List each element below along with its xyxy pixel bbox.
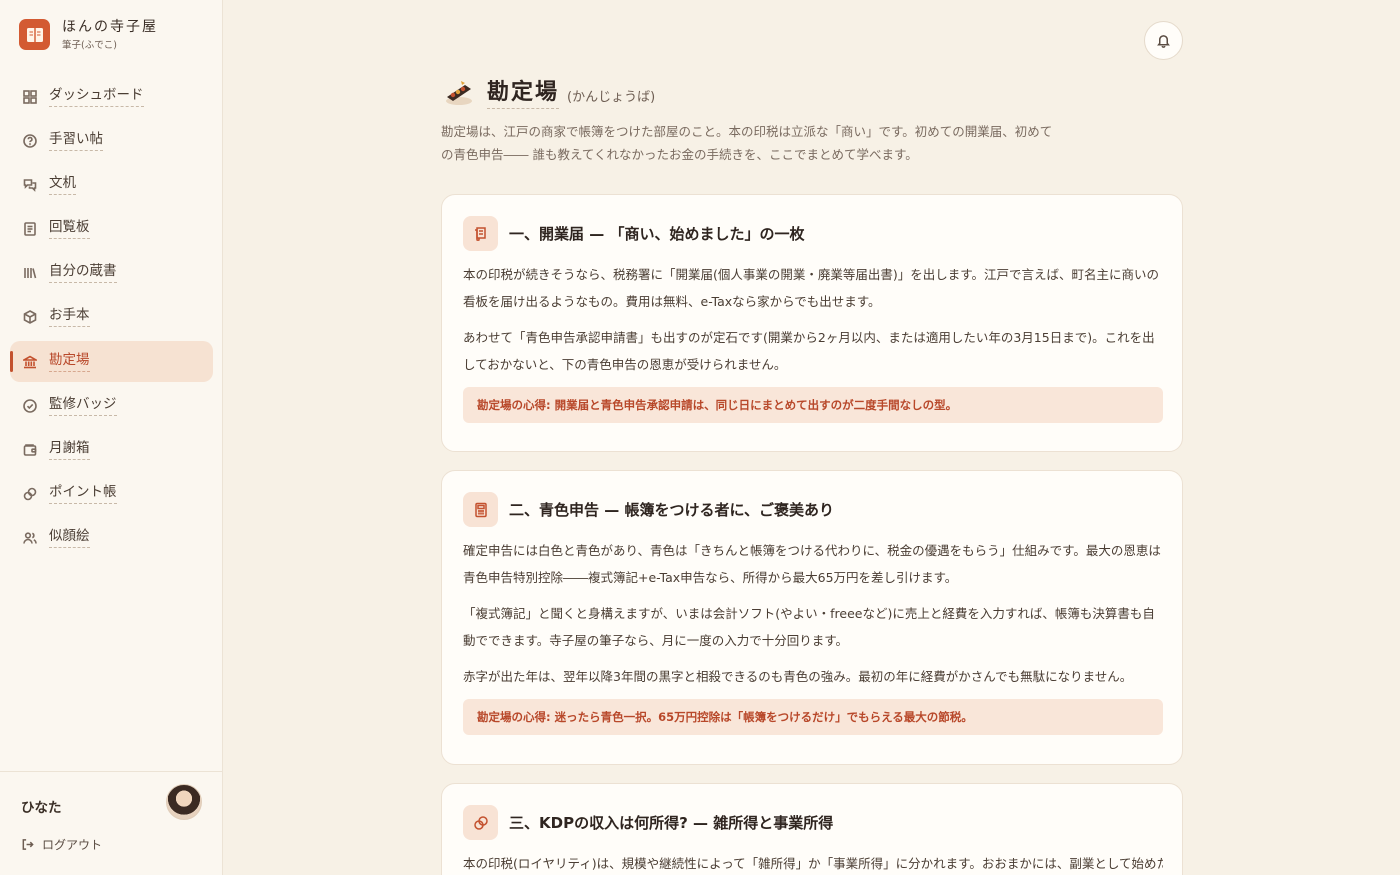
user-name: ひなた: [21, 800, 62, 816]
bank-icon: [23, 355, 37, 369]
sidebar-item-otehon[interactable]: お手本: [10, 297, 213, 338]
card-paragraph: 確定申告には白色と青色があり、青色は「きちんと帳簿をつける代わりに、税金の優遇を…: [463, 543, 1161, 585]
sidebar-item-kairanban[interactable]: 回覧板: [10, 209, 213, 250]
chat-icon: [23, 178, 37, 192]
sidebar-item-label: お手本: [49, 307, 90, 328]
sidebar-item-label: 勘定場: [49, 352, 90, 372]
card-paragraph: 赤字が出た年は、翌年以降3年間の黒字と相殺できるのも青色の強み。最初の年に経費が…: [463, 669, 1133, 684]
card-aoiro-shinkoku: 二、青色申告 — 帳簿をつける者に、ご褒美あり 確定申告には白色と青色があり、青…: [441, 470, 1183, 765]
page-title: 勘定場: [487, 78, 560, 109]
sidebar-nav: ダッシュボード 手習い帖 文机 回覧板 自分の蔵書 お手本 勘定場 監修バッジ …: [10, 76, 213, 562]
help-circle-icon: [23, 133, 37, 148]
brand[interactable]: ほんの寺子屋 筆子(ふでこ): [19, 18, 158, 51]
sidebar-item-gesshabako[interactable]: 月謝箱: [10, 430, 213, 471]
sidebar-item-label: 似顔絵: [49, 528, 90, 549]
card-paragraph: あわせて「青色申告承認申請書」も出すのが定石です(開業から2ヶ月以内、または適用…: [463, 330, 1155, 372]
book-logo-icon: [19, 19, 50, 50]
page-description: 勘定場は、江戸の商家で帳簿をつけた部屋のこと。本の印税は立派な「商い」です。初め…: [441, 124, 1053, 162]
library-icon: [23, 266, 37, 280]
sidebar-item-nigaoe[interactable]: 似顔絵: [10, 518, 213, 559]
sidebar-item-tenaraicho[interactable]: 手習い帖: [10, 120, 213, 161]
check-circle-icon: [23, 399, 37, 413]
notification-button[interactable]: [1144, 21, 1183, 60]
card-paragraph: 本の印税が続きそうなら、税務署に「開業届(個人事業の開業・廃業等届出書)」を出し…: [463, 267, 1160, 309]
app-root: ほんの寺子屋 筆子(ふでこ) ダッシュボード 手習い帖 文机 回覧板 自分の蔵書…: [0, 0, 1400, 875]
card-paragraph: 本の印税(ロイヤリティ)は、規模や継続性によって「雑所得」か「事業所得」に分かれ…: [463, 856, 1163, 871]
sidebar-item-label: 監修バッジ: [49, 396, 117, 416]
users-icon: [23, 531, 37, 545]
logout-button[interactable]: ログアウト: [21, 836, 102, 853]
sidebar-item-kanjoba[interactable]: 勘定場: [10, 341, 213, 383]
abacus-emblem-icon: [446, 81, 472, 105]
dashboard-icon: [23, 89, 37, 104]
sidebar-item-label: 回覧板: [49, 219, 90, 240]
sidebar-item-dashboard[interactable]: ダッシュボード: [10, 76, 213, 117]
sidebar-item-label: 月謝箱: [49, 440, 90, 460]
coins-icon: [463, 805, 498, 840]
sidebar-item-label: ポイント帳: [49, 484, 117, 505]
coins-icon: [23, 487, 37, 501]
sidebar: ほんの寺子屋 筆子(ふでこ) ダッシュボード 手習い帖 文机 回覧板 自分の蔵書…: [0, 0, 223, 875]
card-title: 一、開業届 — 「商い、始めました」の一枚: [509, 225, 805, 243]
sidebar-footer: ひなた ログアウト: [0, 771, 223, 875]
sidebar-item-label: 文机: [49, 175, 76, 195]
wallet-icon: [23, 443, 37, 457]
scroll-icon: [463, 216, 498, 251]
sidebar-item-label: ダッシュボード: [49, 87, 144, 107]
brand-subtitle: 筆子(ふでこ): [62, 40, 117, 51]
card-title: 二、青色申告 — 帳簿をつける者に、ご褒美あり: [509, 501, 834, 519]
card-title: 三、KDPの収入は何所得? — 雑所得と事業所得: [509, 814, 834, 832]
bell-icon: [1157, 35, 1170, 48]
box-icon: [23, 310, 37, 325]
sidebar-item-library[interactable]: 自分の蔵書: [10, 253, 213, 294]
calculator-icon: [463, 492, 498, 527]
sidebar-item-label: 自分の蔵書: [49, 263, 117, 284]
tip-box: 勘定場の心得: 開業届と青色申告承認申請は、同じ日にまとめて出すのが二度手間なし…: [463, 387, 1163, 423]
card-kaigyo-todoke: 一、開業届 — 「商い、始めました」の一枚 本の印税が続きそうなら、税務署に「開…: [441, 194, 1183, 452]
sidebar-item-points[interactable]: ポイント帳: [10, 474, 213, 515]
page-title-reading: (かんじょうば): [567, 90, 656, 105]
card-kdp-income: 三、KDPの収入は何所得? — 雑所得と事業所得 本の印税(ロイヤリティ)は、規…: [441, 783, 1183, 875]
document-icon: [23, 222, 37, 236]
logout-label: ログアウト: [42, 838, 103, 852]
sidebar-item-fuzukue[interactable]: 文机: [10, 164, 213, 205]
avatar[interactable]: [166, 784, 202, 820]
card-paragraph: 「複式簿記」と聞くと身構えますが、いまは会計ソフト(やよい・freeeなど)に売…: [463, 606, 1155, 648]
logout-icon: [22, 839, 34, 850]
sidebar-item-badge[interactable]: 監修バッジ: [10, 385, 213, 426]
page-header: 勘定場 (かんじょうば): [441, 77, 655, 109]
tip-box: 勘定場の心得: 迷ったら青色一択。65万円控除は「帳簿をつけるだけ」でもらえる最…: [463, 699, 1163, 735]
brand-name: ほんの寺子屋: [62, 19, 158, 35]
sidebar-item-label: 手習い帖: [49, 131, 103, 151]
